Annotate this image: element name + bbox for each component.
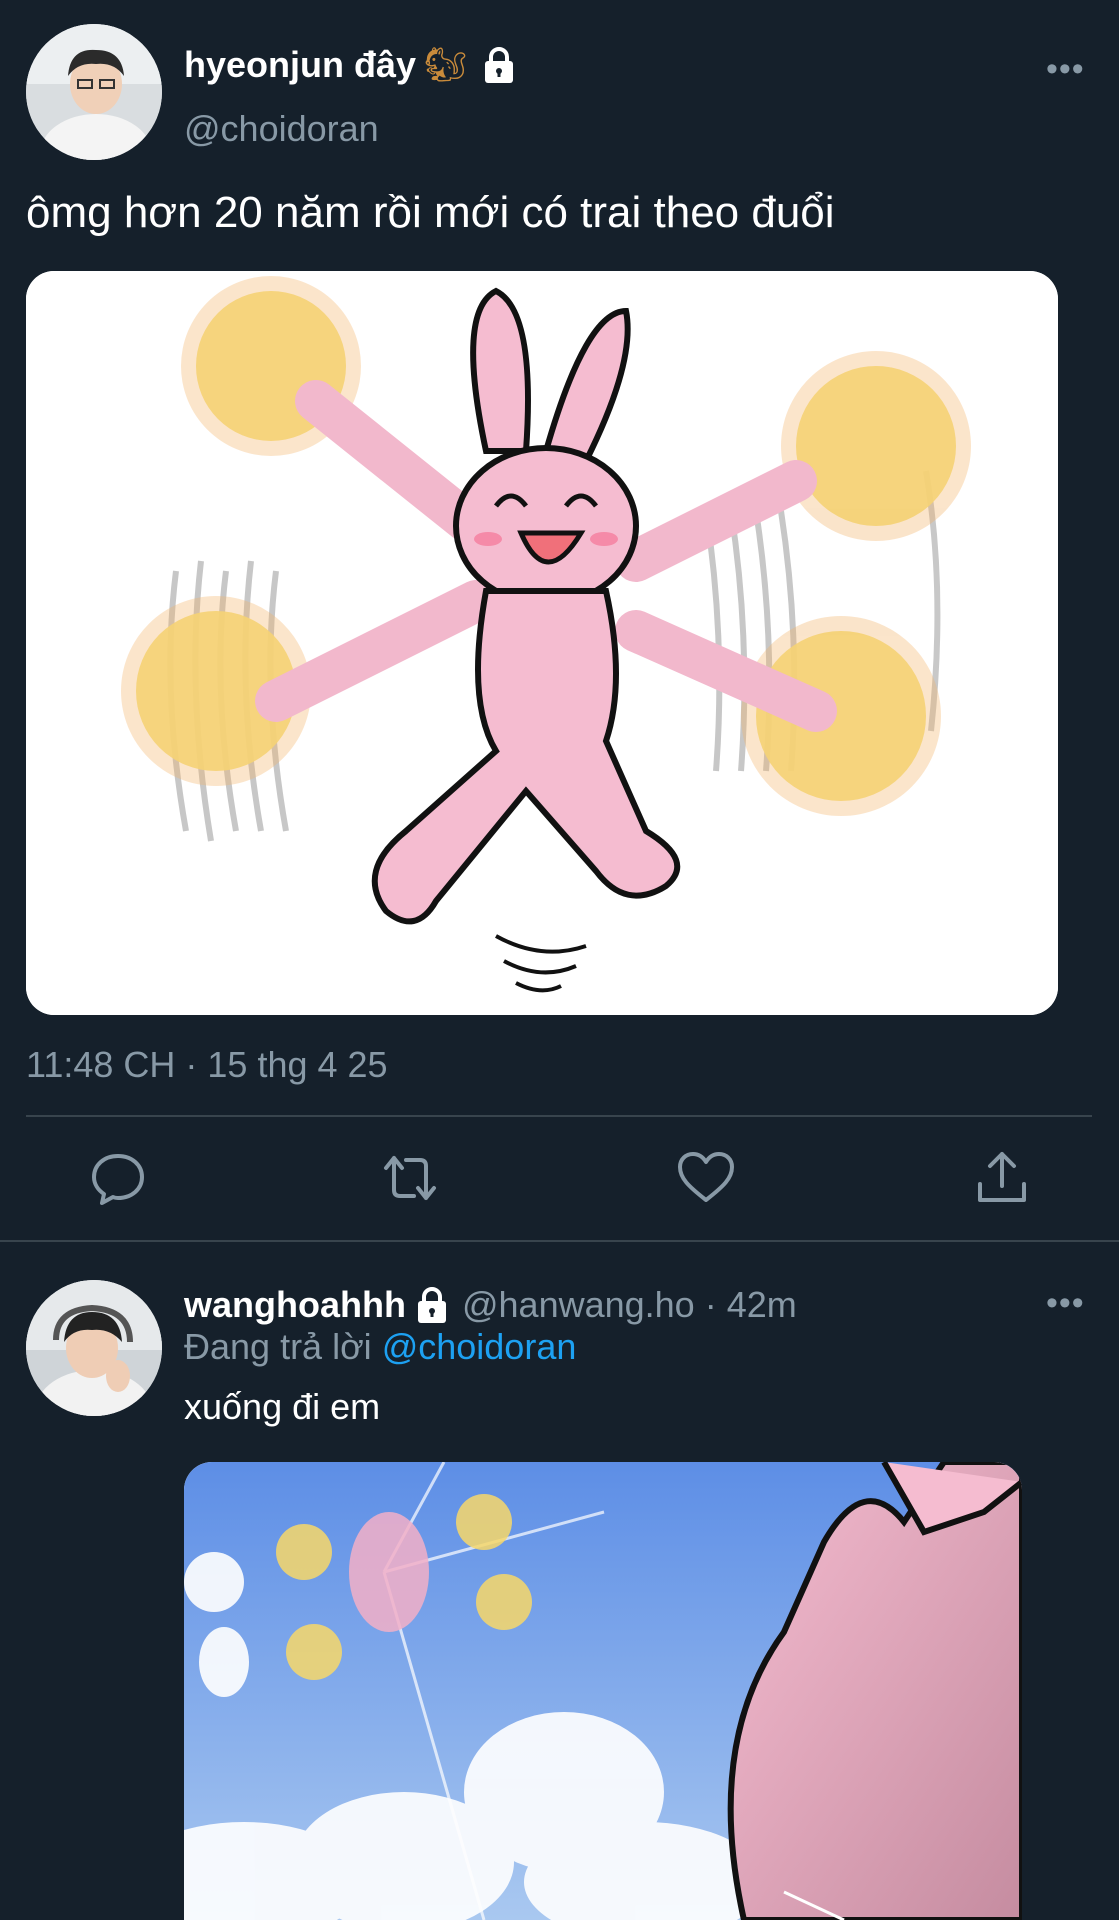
reply-tweet: wanghoahhh @hanwang.ho · 42m ••• Đang tr… <box>0 1242 1119 1920</box>
reply-handle[interactable]: @hanwang.ho <box>462 1284 695 1326</box>
author-name-row: hyeonjun đây 🐿 <box>184 44 517 86</box>
avatar[interactable] <box>26 24 162 160</box>
tweet-text: ômg hơn 20 năm rồi mới có trai theo đuổi <box>26 188 835 237</box>
separator-dot: · <box>704 1284 717 1325</box>
reply-text: xuống đi em <box>184 1386 381 1427</box>
display-name[interactable]: hyeonjun đây <box>184 44 416 86</box>
handle[interactable]: @choidoran <box>184 108 379 150</box>
mention-link[interactable]: @choidoran <box>382 1326 577 1367</box>
reply-icon[interactable] <box>88 1148 148 1208</box>
retweet-icon[interactable] <box>380 1148 440 1208</box>
share-icon[interactable] <box>972 1148 1032 1208</box>
divider <box>26 1115 1092 1117</box>
replying-prefix: Đang trả lời <box>184 1326 372 1367</box>
reply-display-name[interactable]: wanghoahhh <box>184 1284 406 1326</box>
lock-icon <box>481 46 517 84</box>
replying-to: Đang trả lời @choidoran <box>184 1326 576 1368</box>
like-icon[interactable] <box>676 1148 736 1208</box>
reply-time[interactable]: 42m <box>727 1284 797 1326</box>
tweet-image[interactable] <box>26 271 1058 1015</box>
main-tweet: hyeonjun đây 🐿 @choidoran ••• ômg hơn 20… <box>0 0 1119 1242</box>
reply-more-options-icon[interactable]: ••• <box>1046 1284 1085 1323</box>
timestamp[interactable]: 11:48 CH · 15 thg 4 25 <box>26 1044 388 1086</box>
lock-icon <box>414 1286 450 1324</box>
reply-avatar[interactable] <box>26 1280 162 1416</box>
more-options-icon[interactable]: ••• <box>1046 50 1085 89</box>
reply-author-row: wanghoahhh @hanwang.ho · 42m <box>184 1284 797 1326</box>
reply-image[interactable] <box>184 1462 1022 1920</box>
squirrel-emoji: 🐿 <box>424 46 468 84</box>
